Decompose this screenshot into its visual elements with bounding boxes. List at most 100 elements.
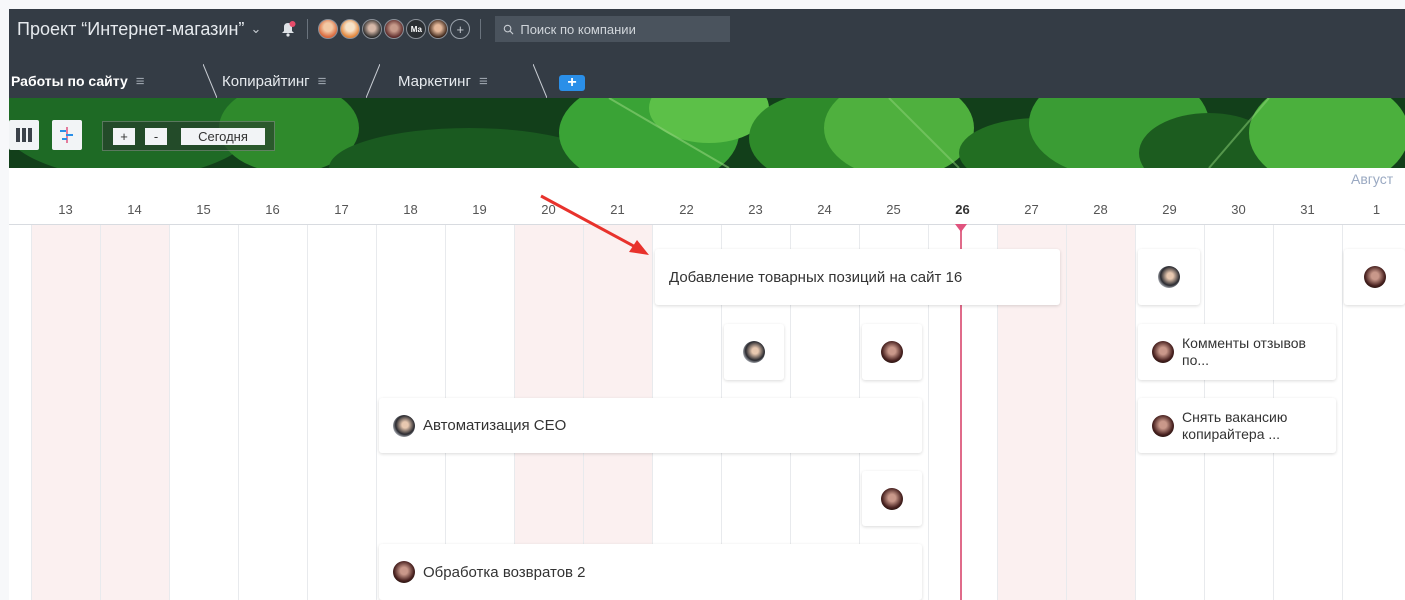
tab-menu-icon[interactable]: ≡ — [318, 73, 327, 90]
assignee-avatar — [1363, 266, 1386, 288]
day-label: 28 — [1093, 202, 1108, 217]
task-card[interactable] — [1138, 249, 1200, 305]
header-title-row: Проект “Интернет-магазин” ⌄ Ма + Поиск п… — [9, 9, 1405, 49]
tab-raboty-po-saytu[interactable]: Работы по сайту ≡ — [11, 66, 145, 96]
month-label: Август — [1351, 171, 1394, 187]
header-divider — [9, 224, 1405, 225]
member-avatar[interactable] — [362, 19, 383, 39]
header-separator — [480, 19, 482, 39]
grid-line — [169, 225, 170, 600]
tab-label: Работы по сайту — [11, 73, 128, 89]
day-label: 29 — [1162, 202, 1177, 217]
team-avatars: Ма + — [318, 19, 471, 39]
day-label: 23 — [748, 202, 763, 217]
day-label: 22 — [679, 202, 694, 217]
search-input[interactable]: Поиск по компании — [495, 16, 731, 42]
zoom-controls: + - Сегодня — [102, 121, 275, 151]
grid-line — [1135, 225, 1136, 600]
task-card[interactable]: Комменты отзывов по... — [1138, 324, 1336, 380]
task-card[interactable] — [1344, 249, 1405, 305]
timeline-calendar: Август 13 14 15 16 17 18 19 20 21 22 23 … — [9, 168, 1405, 600]
task-title: Добавление товарных позиций на сайт 16 — [669, 268, 963, 286]
search-icon — [504, 24, 514, 34]
annotation-arrow-icon — [540, 194, 649, 255]
task-card[interactable]: Снять вакансию копирайтера ... — [1138, 398, 1336, 453]
gantt-icon — [60, 127, 73, 143]
member-avatar[interactable] — [428, 19, 449, 39]
day-label-today: 26 — [955, 202, 970, 217]
day-label: 13 — [58, 202, 73, 217]
assignee-avatar — [1152, 341, 1174, 363]
day-label: 31 — [1300, 202, 1315, 217]
grid-line — [238, 225, 239, 600]
assignee-avatar — [743, 341, 765, 363]
task-card[interactable]: Добавление товарных позиций на сайт 16 — [655, 249, 1060, 305]
assignee-avatar — [393, 414, 415, 437]
day-label: 18 — [403, 202, 418, 217]
columns-icon — [16, 128, 32, 142]
day-label: 19 — [472, 202, 487, 217]
tab-menu-icon[interactable]: ≡ — [136, 73, 145, 90]
assignee-avatar — [1152, 414, 1174, 437]
task-card[interactable] — [862, 324, 922, 380]
grid-line — [376, 225, 377, 600]
day-label: 17 — [334, 202, 349, 217]
tab-divider — [533, 64, 547, 98]
gantt-view-button[interactable] — [52, 120, 82, 150]
tab-menu-icon[interactable]: ≡ — [479, 73, 488, 90]
zoom-in-button[interactable]: + — [113, 128, 135, 145]
weekend-column — [31, 225, 100, 600]
task-card[interactable] — [724, 324, 784, 380]
app-header: Проект “Интернет-магазин” ⌄ Ма + Поиск п… — [9, 9, 1405, 98]
tab-marketing[interactable]: Маркетинг ≡ — [398, 66, 488, 96]
tab-divider — [203, 64, 217, 98]
day-label: 1 — [1372, 202, 1381, 217]
day-label: 15 — [196, 202, 211, 217]
header-separator — [307, 19, 309, 39]
notification-bell-icon[interactable] — [279, 20, 297, 38]
member-avatar[interactable] — [340, 19, 361, 39]
today-button[interactable]: Сегодня — [181, 128, 265, 145]
task-card[interactable]: Обработка возвратов 2 — [379, 544, 922, 600]
top-strip — [0, 0, 1405, 9]
task-title: Комменты отзывов по... — [1182, 335, 1306, 368]
zoom-out-button[interactable]: - — [145, 128, 167, 145]
grid-line — [307, 225, 308, 600]
task-card[interactable]: Автоматизация СЕО — [379, 398, 922, 453]
columns-view-button[interactable] — [9, 120, 39, 150]
task-card[interactable] — [862, 471, 922, 526]
project-tabs: Работы по сайту ≡ Копирайтинг ≡ Маркетин… — [9, 64, 1405, 98]
grid-line — [1342, 225, 1343, 600]
task-title: Автоматизация СЕО — [423, 417, 567, 434]
task-title: Обработка возвратов 2 — [423, 563, 586, 581]
weekend-column — [1066, 225, 1135, 600]
chevron-down-icon[interactable]: ⌄ — [250, 21, 261, 37]
member-avatar[interactable] — [318, 19, 339, 39]
search-placeholder: Поиск по компании — [520, 21, 636, 37]
tab-label: Маркетинг — [398, 72, 471, 90]
member-avatar-initials[interactable]: Ма — [406, 19, 427, 39]
grid-line — [1066, 225, 1067, 600]
assignee-avatar — [881, 341, 903, 363]
day-label: 25 — [886, 202, 901, 217]
day-label: 30 — [1231, 202, 1246, 217]
add-tab-button[interactable]: + — [559, 75, 585, 91]
grid-line — [100, 225, 101, 600]
tab-kopirayting[interactable]: Копирайтинг ≡ — [222, 66, 326, 96]
day-label: 16 — [265, 202, 280, 217]
member-avatar[interactable] — [384, 19, 405, 39]
assignee-avatar — [881, 487, 903, 510]
day-label: 27 — [1024, 202, 1039, 217]
tab-divider — [366, 64, 380, 98]
assignee-avatar — [393, 561, 415, 583]
today-marker-triangle — [955, 224, 967, 232]
tab-label: Копирайтинг — [222, 72, 310, 90]
assignee-avatar — [1158, 266, 1180, 288]
weekend-column — [100, 225, 169, 600]
grid-line — [31, 225, 32, 600]
day-label: 14 — [127, 202, 142, 217]
day-label: 24 — [817, 202, 832, 217]
project-title[interactable]: Проект “Интернет-магазин” — [17, 19, 244, 40]
add-member-icon[interactable]: + — [450, 19, 471, 39]
clover-banner: + - Сегодня — [9, 98, 1405, 168]
